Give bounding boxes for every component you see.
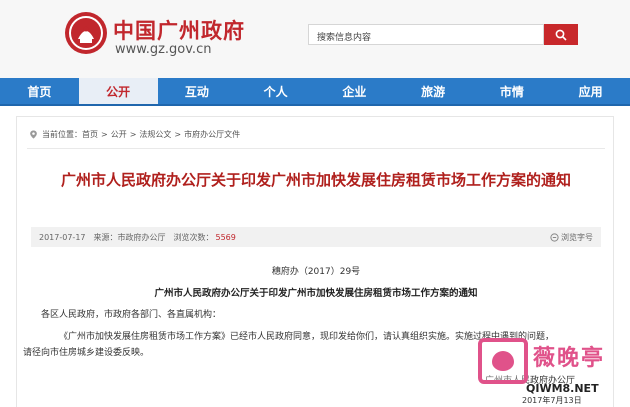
site-title[interactable]: 中国广州政府 bbox=[113, 15, 245, 45]
article-meta-bar: 2017-07-17 来源：市政府办公厅 浏览次数： 5569 浏览字号 bbox=[31, 227, 601, 247]
nav-item-travel[interactable]: 旅游 bbox=[394, 78, 473, 104]
watermark: 薇晚亭 QIWM8.NET bbox=[478, 338, 628, 400]
breadcrumb-link-office-docs[interactable]: 市府办公厅文件 bbox=[184, 129, 240, 140]
font-size-label: 浏览字号 bbox=[561, 233, 593, 242]
breadcrumb-link-regulations[interactable]: 法规公文 bbox=[139, 129, 171, 140]
main-nav: 首页 公开 互动 个人 企业 旅游 市情 应用 bbox=[0, 78, 630, 106]
views-count: 5569 bbox=[215, 232, 236, 242]
breadcrumb-separator: > bbox=[101, 130, 108, 139]
nav-item-public[interactable]: 公开 bbox=[78, 78, 158, 104]
breadcrumb-separator: > bbox=[129, 130, 137, 139]
breadcrumb-link-home[interactable]: 首页 bbox=[82, 129, 98, 140]
city-emblem-icon[interactable] bbox=[64, 11, 108, 55]
article-title: 广州市人民政府办公厅关于印发广州市加快发展住房租赁市场工作方案的通知 bbox=[60, 171, 571, 189]
breadcrumb-prefix: 当前位置： bbox=[42, 130, 82, 139]
search-box bbox=[308, 24, 544, 48]
nav-item-home[interactable]: 首页 bbox=[0, 78, 79, 104]
document-title: 广州市人民政府办公厅关于印发广州市加快发展住房租赁市场工作方案的通知 bbox=[154, 288, 478, 299]
breadcrumb: 当前位置： 首页 > 公开 > 法规公文 > 市府办公厅文件 bbox=[29, 129, 240, 140]
views-label: 浏览次数： bbox=[173, 232, 214, 242]
nav-item-apps[interactable]: 应用 bbox=[551, 78, 630, 104]
site-header: 中国广州政府 www.gz.gov.cn bbox=[0, 0, 630, 78]
watermark-site: QIWM8.NET bbox=[526, 382, 599, 395]
font-size-control[interactable]: 浏览字号 bbox=[550, 232, 593, 243]
nav-item-interact[interactable]: 互动 bbox=[158, 78, 237, 104]
breadcrumb-link-public[interactable]: 公开 bbox=[111, 129, 127, 140]
watermark-text: 薇晚亭 bbox=[533, 346, 606, 371]
divider bbox=[27, 148, 605, 149]
font-size-icon bbox=[550, 233, 559, 242]
publish-date: 2017-07-17 bbox=[39, 232, 86, 242]
site-url: www.gz.gov.cn bbox=[115, 42, 212, 57]
nav-item-business[interactable]: 企业 bbox=[315, 78, 394, 104]
breadcrumb-separator: > bbox=[174, 130, 182, 139]
nav-item-city-info[interactable]: 市情 bbox=[473, 78, 552, 104]
search-input[interactable] bbox=[309, 28, 543, 48]
salutation: 各区人民政府，市政府各部门、各直属机构： bbox=[41, 310, 222, 320]
document-number: 穗府办（2017）29号 bbox=[271, 267, 361, 277]
nav-item-personal[interactable]: 个人 bbox=[236, 78, 315, 104]
source-label: 来源：市政府办公厅 bbox=[93, 232, 166, 242]
search-button[interactable] bbox=[544, 24, 578, 45]
watermark-logo-icon bbox=[478, 338, 528, 384]
search-icon bbox=[555, 29, 567, 41]
location-icon bbox=[30, 130, 37, 139]
